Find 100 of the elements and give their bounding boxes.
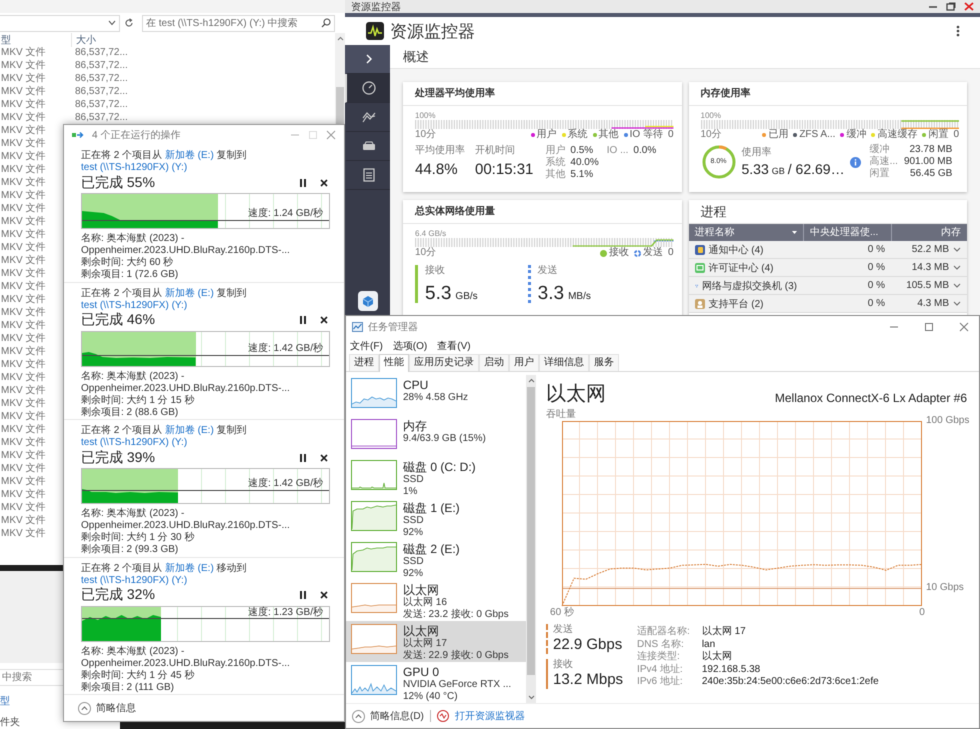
menu-item[interactable]: 选项(O) [392, 338, 428, 352]
speed-label: 速度: 1.42 GB/秒 [248, 343, 323, 355]
axis-label: 0 [668, 129, 674, 141]
restore-icon[interactable] [946, 2, 956, 11]
chevron-down-icon[interactable] [953, 265, 961, 270]
device-item[interactable]: 内存 9.4/63.9 GB (15%) [346, 416, 526, 457]
type-cell-text: MKV 文件 [0, 514, 46, 527]
source-link[interactable]: 新加卷 (E:) [164, 562, 214, 574]
tab[interactable]: 详细信息 [539, 354, 589, 371]
column-header[interactable]: 大小 [71, 32, 136, 46]
chevron-down-icon[interactable] [953, 301, 961, 306]
usage-graph [351, 460, 397, 490]
device-name: 磁盘 1 (E:) [403, 501, 460, 515]
device-item[interactable]: 以太网 以太网 17 发送: 22.9 接收: 0 Gbps [346, 621, 526, 662]
stat-label: 平均使用率 [415, 145, 465, 157]
device-item[interactable]: CPU 28% 4.58 GHz [346, 375, 526, 416]
scroll-up-icon[interactable] [528, 378, 534, 383]
stat-label: 使用率 [742, 147, 772, 159]
sidebar-item[interactable] [345, 74, 390, 103]
page-title: 概述 [390, 45, 980, 69]
chevron-down-icon[interactable] [953, 283, 961, 288]
tab[interactable]: 应用历史记录 [409, 354, 479, 371]
pause-button[interactable] [298, 176, 308, 188]
destination-link[interactable]: test (\\TS-h1290FX) (Y:) [81, 574, 188, 586]
cancel-button[interactable] [318, 176, 330, 188]
pause-button[interactable] [298, 589, 308, 601]
type-cell-text: MKV 文件 [0, 423, 46, 436]
pause-button[interactable] [298, 452, 308, 464]
size-cell-text: 86,537,72... [74, 59, 128, 72]
drive-icon [362, 141, 376, 151]
type-link[interactable]: 型 [0, 694, 10, 708]
device-item[interactable]: 磁盘 1 (E:) SSD 92% [346, 498, 526, 539]
property-value: 以太网 [702, 651, 733, 664]
device-item[interactable]: 以太网 以太网 16 发送: 23.2 接收: 0 Gbps [346, 580, 526, 621]
chevron-down-icon[interactable] [953, 247, 961, 252]
tab[interactable]: 服务 [589, 354, 619, 371]
type-cell-text: MKV 文件 [0, 111, 46, 124]
refresh-icon[interactable] [124, 18, 134, 28]
type-cell-text: MKV 文件 [0, 319, 46, 332]
close-icon[interactable] [326, 130, 336, 140]
cancel-button[interactable] [318, 314, 330, 326]
maximize-icon[interactable] [924, 322, 934, 332]
scroll-down-icon[interactable] [528, 695, 534, 700]
fewer-details-button[interactable]: 简略信息(D) [352, 709, 424, 723]
document-icon [362, 168, 374, 182]
tab[interactable]: 进程 [349, 354, 379, 371]
source-link[interactable]: 新加卷 (E:) [164, 288, 214, 298]
destination-link[interactable]: test (\\TS-h1290FX) (Y:) [81, 162, 188, 173]
column-header[interactable]: 型 [0, 32, 71, 46]
device-detail: 发送: 22.9 接收: 0 Gbps [403, 650, 509, 662]
column-header[interactable]: 进程名称 [688, 224, 803, 241]
device-name: CPU [403, 378, 430, 392]
source-link[interactable]: 新加卷 (E:) [164, 425, 214, 436]
close-icon[interactable] [964, 2, 974, 11]
device-name: GPU 0 [403, 665, 440, 679]
destination-link[interactable]: test (\\TS-h1290FX) (Y:) [81, 300, 188, 310]
legend-label: 其他 [598, 129, 619, 141]
process-name: 网络与虚拟交换机 (3) [702, 280, 797, 292]
legend-label: 闲置 [928, 129, 948, 141]
type-cell-text: MKV 文件 [0, 254, 46, 267]
tab[interactable]: 启动 [479, 354, 509, 371]
search-field[interactable]: 在 test (\\TS-h1290FX) (Y:) 中搜索 [142, 14, 335, 32]
property-label: 连接类型: [637, 651, 681, 664]
unit-label: GB/s [455, 291, 478, 302]
device-item[interactable]: GPU 0 NVIDIA GeForce RTX ... 12% (40 °C) [346, 662, 526, 703]
destination-link[interactable]: test (\\TS-h1290FX) (Y:) [81, 437, 188, 448]
operation-description: 正在将 2 个项目从 新加卷 (E:) 移动到 test (\\TS-h1290FX) (Y:) [81, 562, 248, 586]
close-icon[interactable] [959, 322, 969, 332]
legend-label: 高速缓存 [877, 129, 918, 141]
device-item[interactable]: 磁盘 0 (C: D:) SSD 1% [346, 457, 526, 498]
cancel-button[interactable] [318, 589, 330, 601]
tab[interactable]: 性能 [379, 354, 409, 372]
size-cell-text: 86,537,72... [74, 46, 128, 59]
fewer-details-button[interactable]: 简略信息 [78, 701, 136, 715]
tab[interactable]: 用户 [509, 354, 539, 371]
scrollbar[interactable] [526, 375, 536, 703]
property-label: DNS 名称: [637, 638, 685, 650]
type-cell-text: MKV 文件 [0, 85, 46, 98]
menu-item[interactable]: 文件(F) [350, 338, 383, 352]
reading-value: 13.2 Mbps [553, 671, 624, 689]
speed-label: 速度: 1.42 GB/秒 [248, 478, 323, 490]
scroll-thumb[interactable] [527, 387, 535, 675]
source-link[interactable]: 新加卷 (E:) [164, 150, 214, 161]
more-icon[interactable] [956, 25, 960, 37]
type-cell-text: MKV 文件 [0, 501, 46, 514]
menu-item[interactable]: 查看(V) [437, 338, 471, 352]
scroll-up-icon[interactable] [336, 36, 344, 41]
device-detail: NVIDIA GeForce RTX ... [403, 679, 512, 691]
pause-button[interactable] [298, 314, 308, 326]
app-icon[interactable] [358, 291, 378, 311]
device-item[interactable]: 磁盘 2 (E:) SSD 92% [346, 539, 526, 580]
card-title: 内存使用率 [688, 82, 967, 106]
type-cell-text: MKV 文件 [0, 462, 46, 475]
address-field[interactable] [0, 14, 120, 32]
stat-label: 系统 [545, 157, 566, 168]
open-resource-monitor-link[interactable]: 打开资源监视器 [454, 709, 525, 723]
info-icon[interactable] [850, 156, 861, 168]
reading-label: 接收 [553, 659, 574, 671]
cancel-button[interactable] [318, 452, 330, 464]
reading-label: 发送 [553, 624, 574, 636]
